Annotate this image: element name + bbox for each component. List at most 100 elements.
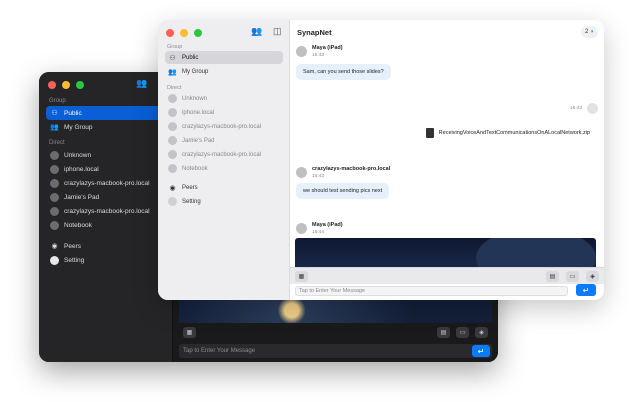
sidebar-item-notebook[interactable]: Notebook [165,162,283,175]
message-sender: crazylazys-macbook-pro.local [312,166,391,172]
sidebar-item-label: crazylazys-macbook-pro.local [64,179,150,187]
people-group-icon: ⚇ [51,110,58,117]
people-icon: 👥 [168,68,177,76]
sidebar-item-notebook[interactable]: Notebook [46,218,166,232]
message-bubble: Sam, can you send those slides? [296,64,391,80]
sidebar-item-macbook-2[interactable]: crazylazys-macbook-pro.local [165,148,283,161]
sidebar-item-label: Public [64,109,82,117]
sidebar-item-label: crazylazys-macbook-pro.local [182,151,262,158]
chat-area: SynapNet 2 ◗ Maya (iPad) 16:43 Sam, can … [290,20,604,300]
direct-heading: Direct [49,140,65,146]
avatar [168,122,177,131]
avatar [587,103,598,114]
sidebar-item-label: Notebook [64,221,92,229]
avatar [168,94,177,103]
sidebar-item-label: iphone.local [182,109,215,116]
sidebar-item-label: Jamie's Pad [182,137,215,144]
light-app-window: 👥 ◫ Group ⚇ Public 👥 My Group Direct Unk… [158,20,604,300]
attach-file-button[interactable]: ▤ [546,270,559,282]
sidebar-item-my-group[interactable]: 👥 My Group [46,120,166,134]
sidebar-item-jamies-pad[interactable]: Jamie's Pad [165,134,283,147]
people-group-icon: ⚇ [169,54,176,62]
minimize-window-button[interactable] [62,81,70,89]
attach-image-button[interactable]: ▭ [456,326,469,338]
sidebar-item-label: Notebook [182,165,208,172]
attach-file-button[interactable]: ▤ [437,326,450,338]
sidebar-item-label: crazylazys-macbook-pro.local [182,123,262,130]
minimize-window-button[interactable] [180,29,188,37]
sidebar-toggle-icon[interactable]: ◫ [273,26,282,37]
message-time: 16:43 [312,174,325,179]
send-button[interactable]: ↵ [472,345,490,357]
sidebar-item-unknown[interactable]: Unknown [165,92,283,105]
avatar [168,136,177,145]
page-title: SynapNet [297,28,332,37]
zoom-window-button[interactable] [194,29,202,37]
send-button[interactable]: ↵ [576,284,596,296]
close-window-button[interactable] [166,29,174,37]
sidebar-item-public[interactable]: ⚇ Public [165,51,283,64]
sidebar-item-label: Setting [64,256,85,264]
sidebar-item-macbook-1[interactable]: crazylazys-macbook-pro.local [46,176,166,190]
sidebar-item-label: My Group [182,68,209,75]
avatar [168,108,177,117]
setting-icon [50,255,59,265]
sidebar-item-label: My Group [64,123,93,131]
sidebar-item-jamies-pad[interactable]: Jamie's Pad [46,190,166,204]
composer-toolbar: ▦ ▤ ▭ ◈ [179,324,492,340]
sidebar-item-label: crazylazys-macbook-pro.local [64,207,150,215]
peers-icon: ◉ [169,184,176,192]
sidebar-item-iphone[interactable]: iphone.local [165,106,283,119]
avatar [168,150,177,159]
sidebar-item-macbook-2[interactable]: crazylazys-macbook-pro.local [46,204,166,218]
sidebar-item-my-group[interactable]: 👥 My Group [165,65,283,78]
setting-icon [168,197,177,206]
add-group-icon[interactable]: 👥 [136,78,147,89]
avatar [50,192,59,202]
window-controls [48,81,84,89]
direct-heading: Direct [167,85,182,91]
zoom-window-button[interactable] [76,81,84,89]
avatar [168,164,177,173]
group-heading: Group [167,44,183,50]
sidebar-item-setting[interactable]: Setting [165,195,283,208]
sidebar-item-label: Public [182,54,199,61]
sidebar-item-setting[interactable]: Setting [46,253,166,267]
sticker-button[interactable]: ◈ [586,270,599,282]
file-attachment[interactable]: ReceivingVoiceAndTextCommunicationsOnALo… [425,128,590,138]
close-window-button[interactable] [48,81,56,89]
message-input[interactable]: Tap to Enter Your Message [179,344,492,358]
add-group-icon[interactable]: 👥 [251,26,262,37]
message-time: 16:43 [312,53,325,58]
sticker-button[interactable]: ◈ [475,326,488,338]
sidebar-item-peers[interactable]: ◉ Peers [165,181,283,194]
composer-toolbar: ▦ ▤ ▭ ◈ [290,267,604,284]
sidebar-item-label: Setting [182,198,201,205]
avatar [50,150,59,160]
sidebar-item-public[interactable]: ⚇ Public [46,106,166,120]
sidebar-item-label: Peers [182,184,198,191]
sidebar-item-unknown[interactable]: Unknown [46,148,166,162]
peers-icon: ◉ [51,243,58,250]
window-controls [166,29,202,37]
sidebar-item-iphone[interactable]: iphone.local [46,162,166,176]
avatar [296,167,307,178]
signal-icon: ◗ [590,29,594,35]
sidebar-item-macbook-1[interactable]: crazylazys-macbook-pro.local [165,120,283,133]
peer-count-badge[interactable]: 2 ◗ [581,26,598,38]
group-heading: Group [49,98,66,104]
qr-code-button[interactable]: ▦ [183,326,196,338]
attach-image-button[interactable]: ▭ [566,270,579,282]
dark-sidebar: 👥 Group ⚇ Public 👥 My Group Direct Unkno… [39,72,173,362]
sidebar-item-label: Unknown [182,95,208,102]
sidebar-item-label: Unknown [64,151,92,159]
sidebar-item-label: Jamie's Pad [64,193,100,201]
message-input[interactable]: Tap to Enter Your Message [295,286,568,296]
message-time: 16:43 [569,106,582,111]
qr-code-button[interactable]: ▦ [295,270,308,282]
sidebar-item-peers[interactable]: ◉ Peers [46,239,166,253]
message-time: 16:44 [312,230,325,235]
light-sidebar: 👥 ◫ Group ⚇ Public 👥 My Group Direct Unk… [158,20,290,300]
avatar [50,206,59,216]
desktop-stage: 👥 Group ⚇ Public 👥 My Group Direct Unkno… [0,0,643,402]
